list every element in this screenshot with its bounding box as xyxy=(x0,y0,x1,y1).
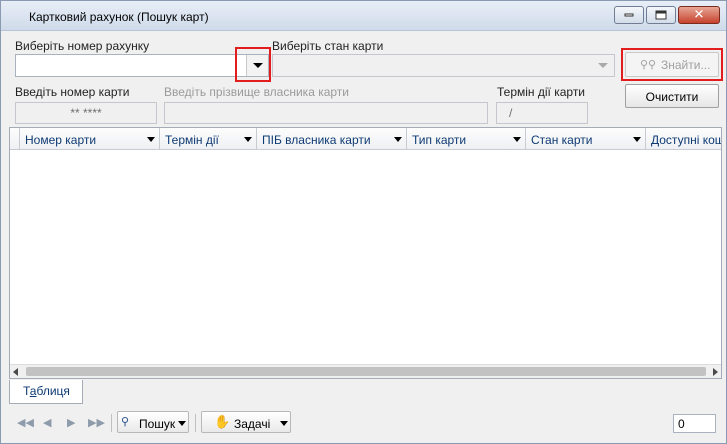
column-title: ПІБ власника карти xyxy=(262,133,371,147)
card-search-window: Картковий рахунок (Пошук карт) ✕ Виберіт… xyxy=(0,0,727,444)
close-button[interactable]: ✕ xyxy=(678,6,720,24)
tab-table-label: Таблиця xyxy=(23,384,70,398)
toolbar-separator xyxy=(195,414,196,432)
tasks-button-label: Задачі xyxy=(234,417,271,431)
tasks-button[interactable]: ✋ Задачі xyxy=(201,411,291,433)
prev-icon[interactable]: ◀ xyxy=(43,416,51,429)
tab-label-prefix: Т xyxy=(23,384,30,398)
scrollbar-thumb[interactable] xyxy=(26,367,706,376)
column-title: Номер карти xyxy=(25,133,97,147)
toolbar-separator xyxy=(111,414,112,432)
search-button-label: Пошук xyxy=(139,417,176,431)
title-bar[interactable]: Картковий рахунок (Пошук карт) ✕ xyxy=(1,1,726,31)
owner-input[interactable] xyxy=(164,102,488,124)
find-button[interactable]: ⚲⚲ Знайти... xyxy=(625,52,719,77)
cards-table[interactable]: Номер карти Термін дії ПІБ власника карт… xyxy=(9,127,722,379)
find-button-label: Знайти... xyxy=(661,58,711,72)
card-state-label: Виберіть стан карти xyxy=(272,39,384,53)
column-header-card-number[interactable]: Номер карти xyxy=(20,128,160,150)
column-header-card-state[interactable]: Стан карти xyxy=(526,128,646,150)
tab-strip: Таблиця xyxy=(1,380,726,404)
binoculars-icon: ⚲ xyxy=(121,416,130,428)
expiry-input[interactable]: / xyxy=(496,102,588,124)
column-title: Стан карти xyxy=(531,133,593,147)
column-header-expiry[interactable]: Термін дії xyxy=(160,128,257,150)
last-icon[interactable]: ▶▶ xyxy=(88,416,105,429)
chevron-down-icon[interactable] xyxy=(244,137,252,142)
chevron-down-icon xyxy=(253,63,263,68)
account-label: Виберіть номер рахунку xyxy=(15,39,150,53)
maximize-button[interactable] xyxy=(646,6,676,24)
chevron-down-icon[interactable] xyxy=(513,137,521,142)
column-header-available-funds[interactable]: Доступні кош xyxy=(646,128,722,150)
first-icon[interactable]: ◀◀ xyxy=(17,416,34,429)
scroll-right-icon[interactable] xyxy=(713,368,718,376)
next-icon[interactable]: ▶ xyxy=(67,416,75,429)
column-header-owner[interactable]: ПІБ власника карти xyxy=(257,128,407,150)
column-header-card-type[interactable]: Тип карти xyxy=(407,128,526,150)
record-count-value: 0 xyxy=(678,417,685,431)
card-number-label: Введіть номер карти xyxy=(15,85,130,99)
table-header: Номер карти Термін дії ПІБ власника карт… xyxy=(10,128,722,150)
account-select[interactable] xyxy=(15,54,269,77)
tab-label-rest: блиця xyxy=(36,384,70,398)
chevron-down-icon[interactable] xyxy=(178,421,186,426)
expiry-value: / xyxy=(509,106,513,120)
horizontal-scrollbar[interactable] xyxy=(10,364,721,378)
clear-button-label: Очистити xyxy=(645,90,699,104)
chevron-down-icon[interactable] xyxy=(280,421,288,426)
column-title: Доступні кош xyxy=(651,133,722,147)
minimize-icon xyxy=(624,13,634,17)
binoculars-icon: ⚲⚲ xyxy=(640,59,657,71)
maximize-icon xyxy=(655,10,667,20)
tab-table[interactable]: Таблиця xyxy=(9,380,83,404)
minimize-button[interactable] xyxy=(614,6,644,24)
row-indicator-header xyxy=(10,128,20,150)
card-state-select[interactable] xyxy=(272,54,615,77)
owner-label: Введіть прізвище власника карти xyxy=(164,85,349,99)
search-button[interactable]: ⚲ Пошук xyxy=(117,411,189,433)
close-icon: ✕ xyxy=(693,7,705,23)
chevron-down-icon[interactable] xyxy=(394,137,402,142)
expiry-label: Термін дії карти xyxy=(497,85,586,99)
card-number-input[interactable]: ** **** xyxy=(15,102,157,124)
chevron-down-icon[interactable] xyxy=(633,137,641,142)
chevron-down-icon xyxy=(598,63,608,68)
bottom-toolbar: ◀◀ ◀ ▶ ▶▶ ⚲ Пошук ✋ Задачі xyxy=(1,407,726,437)
handshake-icon: ✋ xyxy=(214,414,231,429)
record-count: 0 xyxy=(673,414,716,433)
window-title: Картковий рахунок (Пошук карт) xyxy=(29,10,209,24)
card-number-value: ** **** xyxy=(70,106,102,120)
window-controls: ✕ xyxy=(614,6,720,24)
chevron-down-icon[interactable] xyxy=(147,137,155,142)
card-state-dropdown-button[interactable] xyxy=(592,55,614,76)
clear-button[interactable]: Очистити xyxy=(625,84,719,108)
account-dropdown-button[interactable] xyxy=(246,55,268,76)
scroll-left-icon[interactable] xyxy=(13,368,18,376)
column-title: Термін дії xyxy=(165,133,219,147)
column-title: Тип карти xyxy=(412,133,467,147)
